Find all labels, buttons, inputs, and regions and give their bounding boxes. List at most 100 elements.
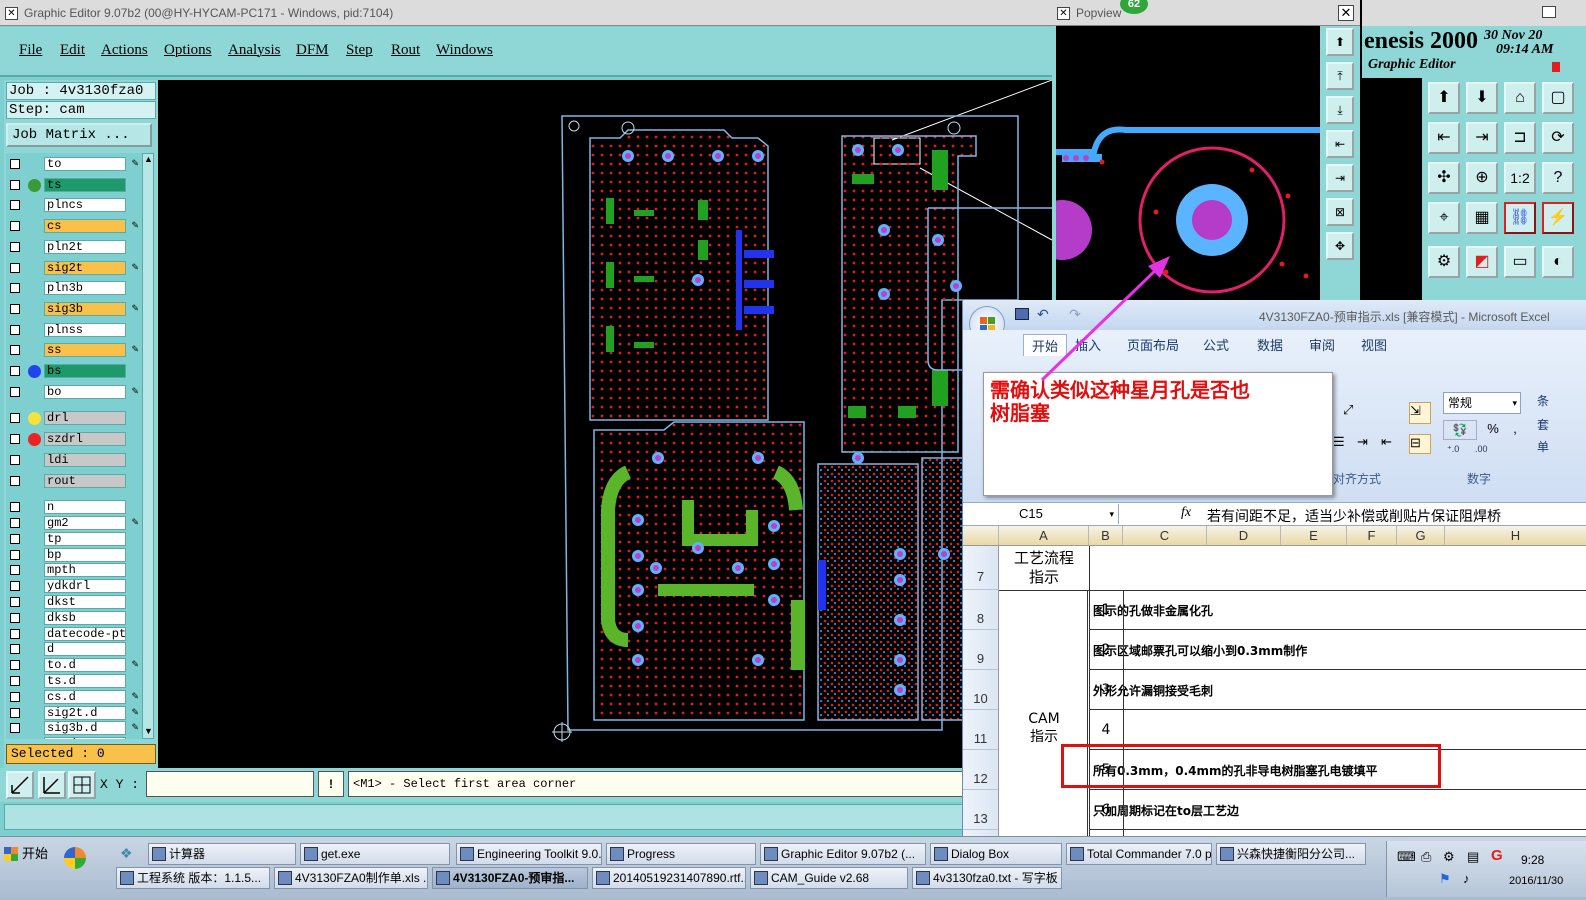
layer-checkbox[interactable] xyxy=(10,179,20,190)
genesis-btn-12[interactable]: 1:2 xyxy=(1504,162,1536,194)
taskbar-button[interactable]: Progress xyxy=(606,843,756,865)
layer-name[interactable]: pln3b xyxy=(44,281,126,296)
layer-name[interactable]: gm2 xyxy=(44,516,126,530)
genesis-btn-help[interactable]: ? xyxy=(1542,162,1574,194)
xy-input[interactable] xyxy=(146,771,314,797)
fx-icon[interactable]: fx xyxy=(1181,505,1191,521)
layer-name[interactable]: bp xyxy=(44,547,126,562)
wrap-text-button[interactable]: ⇲ xyxy=(1409,402,1431,424)
row-header[interactable]: 10 xyxy=(963,670,999,710)
layer-row[interactable]: cs ✎ xyxy=(6,219,142,234)
layer-checkbox[interactable] xyxy=(10,676,20,686)
layer-checkbox[interactable] xyxy=(10,723,20,734)
layer-row[interactable]: dksb xyxy=(6,610,142,626)
genesis-btn-up[interactable]: ⬆ xyxy=(1428,82,1460,114)
measure-tool-button[interactable] xyxy=(38,771,66,799)
taskbar-button[interactable]: 计算器 xyxy=(148,843,296,865)
item-number-cell[interactable]: 4 xyxy=(1089,722,1123,738)
decrease-decimal-button[interactable]: .00 xyxy=(1475,444,1501,462)
layer-checkbox[interactable] xyxy=(10,200,20,211)
execute-button[interactable]: ! xyxy=(318,771,344,797)
menu-dfm[interactable]: DFM xyxy=(296,42,329,59)
tab-review[interactable]: 审阅 xyxy=(1309,335,1335,354)
col-header-e[interactable]: E xyxy=(1281,526,1347,546)
zoom-tool-button[interactable] xyxy=(6,771,34,799)
layer-checkbox[interactable] xyxy=(10,691,20,702)
tray-app-icon[interactable]: G xyxy=(1491,847,1503,864)
taskbar-button[interactable]: get.exe xyxy=(300,843,450,865)
indent-button[interactable]: ⇥ xyxy=(1357,434,1381,454)
save-icon[interactable] xyxy=(1015,308,1029,320)
increase-decimal-button[interactable]: ⁺.0 xyxy=(1447,444,1473,462)
menu-rout[interactable]: Rout xyxy=(391,42,420,59)
col-header-f[interactable]: F xyxy=(1347,526,1397,546)
clock-date[interactable]: 2016/11/30 xyxy=(1509,875,1563,887)
layer-row[interactable]: plnss xyxy=(6,322,142,338)
row-header[interactable]: 12 xyxy=(963,750,999,790)
layer-checkbox[interactable] xyxy=(10,707,20,718)
grid-tool-button[interactable] xyxy=(68,771,96,799)
layer-name[interactable]: cs.d xyxy=(44,689,126,704)
layer-name[interactable]: ss xyxy=(44,343,126,358)
pcb-canvas[interactable] xyxy=(158,80,1052,768)
layer-checkbox[interactable] xyxy=(10,628,20,639)
taskbar-button[interactable]: 4V3130FZA0制作单.xls ... xyxy=(274,867,428,889)
genesis-btn-left[interactable]: ⇤ xyxy=(1428,122,1460,154)
taskbar-button[interactable]: 兴森快捷衡阳分公司... xyxy=(1216,843,1366,865)
genesis-minimize-icon[interactable] xyxy=(1542,6,1556,18)
menu-edit[interactable]: Edit xyxy=(60,42,85,59)
layer-name[interactable]: ts xyxy=(44,177,126,192)
layer-checkbox[interactable] xyxy=(10,283,20,294)
layer-checkbox[interactable] xyxy=(10,533,20,544)
name-box[interactable]: C15 ▾ xyxy=(963,504,1119,524)
instruction-cell[interactable]: 只加周期标记在to层工艺边 xyxy=(1093,802,1239,819)
layer-name[interactable]: dkst xyxy=(44,595,126,609)
menu-options[interactable]: Options xyxy=(164,42,212,59)
genesis-btn-grid[interactable]: ▦ xyxy=(1466,202,1498,234)
col-header-b[interactable]: B xyxy=(1089,526,1123,546)
layer-name[interactable]: szdrl xyxy=(44,432,126,447)
tab-view[interactable]: 视图 xyxy=(1361,335,1387,354)
layer-row[interactable]: dkst xyxy=(6,595,142,610)
col-header-d[interactable]: D xyxy=(1207,526,1281,546)
genesis-btn-fit[interactable]: ✣ xyxy=(1428,162,1460,194)
layer-name[interactable]: dksb xyxy=(44,610,126,625)
layer-name[interactable]: sig3b.d xyxy=(44,721,126,736)
layer-list-scrollbar[interactable]: ▲ ▼ xyxy=(142,153,154,739)
layer-checkbox[interactable] xyxy=(10,262,20,273)
row-header[interactable]: 8 xyxy=(963,590,999,630)
accounting-format-button[interactable]: 💱 xyxy=(1443,420,1477,440)
layer-name[interactable]: plncs xyxy=(44,198,126,213)
layer-row[interactable]: bo ✎ xyxy=(6,384,142,400)
layer-name[interactable]: d xyxy=(44,642,126,657)
genesis-btn-pad[interactable]: ⚙ xyxy=(1428,246,1460,278)
layer-row[interactable]: tp xyxy=(6,531,142,547)
align-left-button[interactable]: ☰ xyxy=(1333,434,1357,454)
tray-usb-icon[interactable]: ⎙ xyxy=(1421,849,1431,865)
start-button[interactable]: 开始 xyxy=(2,843,54,867)
layer-row[interactable]: to ✎ xyxy=(6,157,142,172)
layer-checkbox[interactable] xyxy=(10,159,20,169)
layer-row[interactable]: ts.d xyxy=(6,674,142,689)
pop-tool-4-button[interactable]: ⇤ xyxy=(1326,130,1354,158)
row-header[interactable]: 9 xyxy=(963,630,999,670)
layer-row[interactable]: n xyxy=(6,500,142,515)
layer-name[interactable]: plnss xyxy=(44,322,126,337)
layer-checkbox[interactable] xyxy=(10,565,20,576)
popview-system-icon[interactable]: ✕ xyxy=(1057,7,1070,20)
layer-row[interactable]: sig3b.d ✎ xyxy=(6,721,142,736)
col-header-h[interactable]: H xyxy=(1445,526,1586,546)
layer-checkbox[interactable] xyxy=(10,502,20,513)
tab-data[interactable]: 数据 xyxy=(1257,335,1283,354)
menu-step[interactable]: Step xyxy=(346,42,373,59)
taskbar-button[interactable]: 20140519231407890.rtf... xyxy=(592,867,746,889)
genesis-btn-layers[interactable]: ⛓ xyxy=(1504,202,1536,234)
taskbar-button[interactable]: 4V3130FZA0-预审指... xyxy=(432,867,588,889)
tray-ime-icon[interactable]: ⚙ xyxy=(1443,849,1455,865)
genesis-btn-circle[interactable]: ◐ xyxy=(1542,246,1574,278)
formula-input[interactable]: 若有间距不足，适当少补偿或削贴片保证阻焊桥 xyxy=(1207,506,1501,526)
genesis-btn-center[interactable]: ⊐ xyxy=(1504,122,1536,154)
popview-titlebar[interactable]: ✕ Popview ✕ xyxy=(1052,0,1360,26)
clock-time[interactable]: 9:28 xyxy=(1521,853,1544,867)
layer-checkbox[interactable] xyxy=(10,660,20,671)
